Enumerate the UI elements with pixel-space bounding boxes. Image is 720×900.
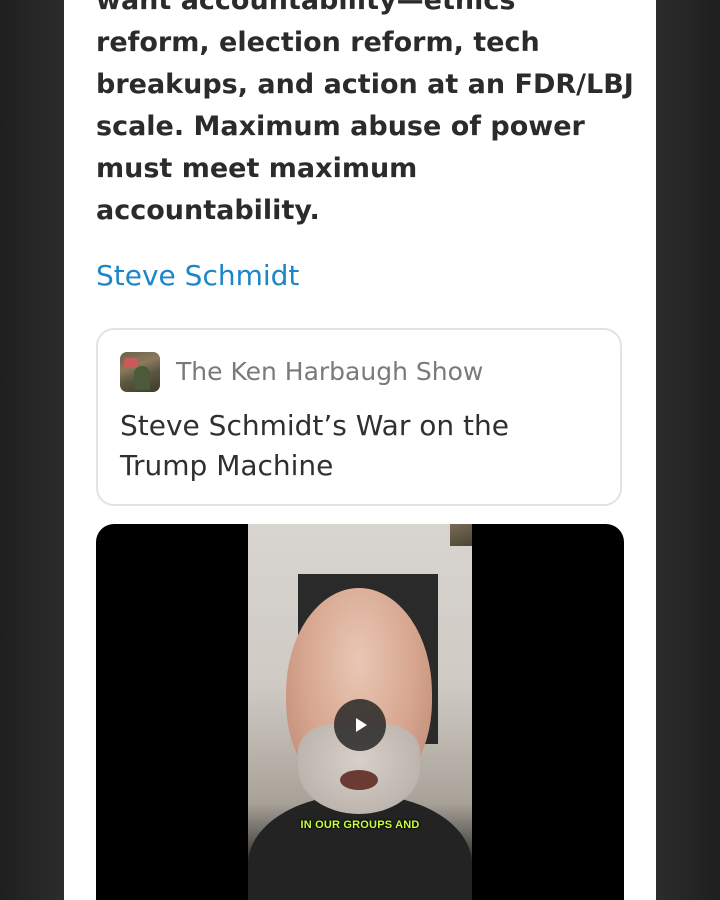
play-icon [356, 718, 367, 732]
left-gutter [0, 0, 64, 900]
embedded-post-card[interactable]: The Ken Harbaugh Show Steve Schmidt’s Wa… [96, 328, 622, 506]
video-thumbnail-icon [450, 524, 472, 546]
quote-attribution-link[interactable]: Steve Schmidt [96, 256, 299, 296]
right-gutter [656, 0, 720, 900]
play-button[interactable] [334, 699, 386, 751]
publication-name: The Ken Harbaugh Show [176, 357, 484, 386]
embedded-post-title: Steve Schmidt’s War on the Trump Machine [120, 409, 509, 482]
video-caption: IN OUR GROUPS AND [300, 819, 420, 831]
article-page: want accountability—ethics reform, elect… [64, 0, 656, 900]
video-player[interactable]: IN OUR GROUPS AND [96, 524, 624, 900]
pull-quote-text: want accountability—ethics reform, elect… [96, 0, 634, 226]
publication-avatar [120, 352, 160, 392]
